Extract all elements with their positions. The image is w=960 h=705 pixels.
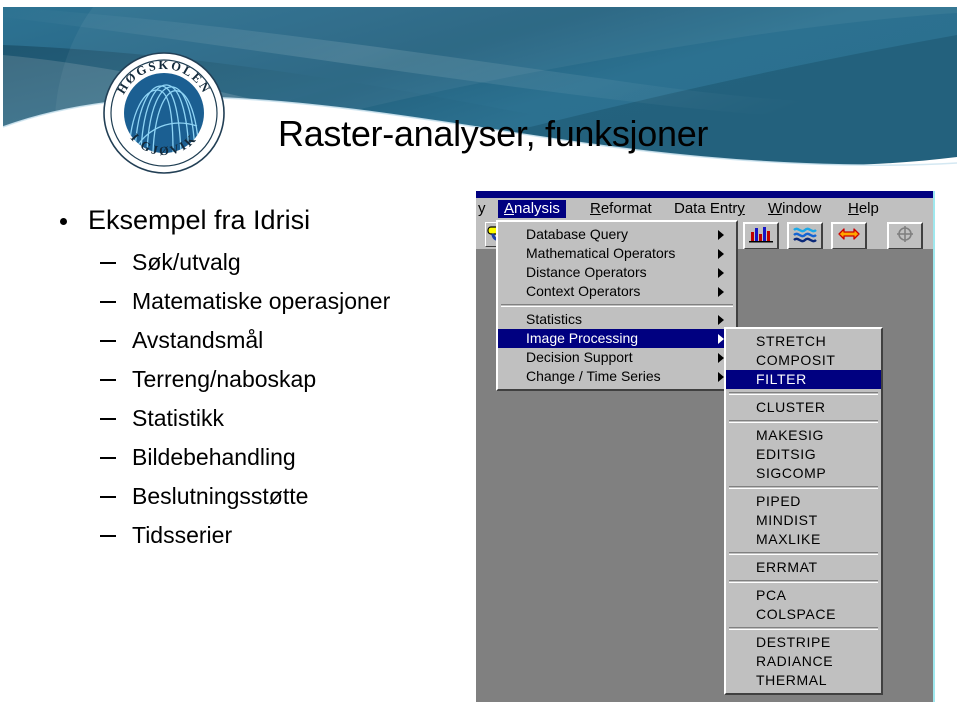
menu-row-context-operators[interactable]: Context Operators xyxy=(498,282,736,301)
menu-item-help[interactable]: Help xyxy=(842,200,885,218)
submenu-item-piped[interactable]: PIPED xyxy=(726,492,881,511)
dash-bullet-icon xyxy=(100,379,116,381)
submenu-separator xyxy=(729,627,878,630)
dash-bullet-icon xyxy=(100,496,116,498)
menu-row-label: Image Processing xyxy=(526,330,639,346)
bullet-level2-label: Matematiske operasjoner xyxy=(132,288,391,314)
bullet-level2-label: Tidsserier xyxy=(132,522,233,548)
bullet-level2-item: Matematiske operasjoner xyxy=(42,283,472,322)
submenu-item-stretch[interactable]: STRETCH xyxy=(726,332,881,351)
idrisi-application-screenshot: y Analysis Reformat Data Entry Window He… xyxy=(476,191,935,702)
menu-row-label: Database Query xyxy=(526,226,628,242)
dash-bullet-icon xyxy=(100,262,116,264)
submenu-separator xyxy=(729,486,878,489)
menu-row-statistics[interactable]: Statistics xyxy=(498,310,736,329)
submenu-item-makesig[interactable]: MAKESIG xyxy=(726,426,881,445)
submenu-item-maxlike[interactable]: MAXLIKE xyxy=(726,530,881,549)
bullet-dot-icon xyxy=(60,218,67,225)
content-bullet-list: Eksempel fra Idrisi Søk/utvalg Matematis… xyxy=(42,200,472,556)
bullet-level2-label: Terreng/naboskap xyxy=(132,366,317,392)
bullet-level2-item: Bildebehandling xyxy=(42,439,472,478)
hogskolen-i-gjovik-logo: HØGSKOLEN I GJØVIK xyxy=(103,52,225,174)
menu-row-image-processing[interactable]: Image Processing xyxy=(498,329,736,348)
submenu-item-errmat[interactable]: ERRMAT xyxy=(726,558,881,577)
menu-item-window[interactable]: Window xyxy=(762,200,827,218)
bar-chart-icon-button[interactable] xyxy=(743,222,779,250)
submenu-arrow-icon xyxy=(718,268,724,278)
menu-row-label: Distance Operators xyxy=(526,264,647,280)
submenu-item-radiance[interactable]: RADIANCE xyxy=(726,652,881,671)
submenu-item-sigcomp[interactable]: SIGCOMP xyxy=(726,464,881,483)
submenu-arrow-icon xyxy=(718,230,724,240)
submenu-separator xyxy=(729,580,878,583)
menu-bar: y Analysis Reformat Data Entry Window He… xyxy=(476,198,933,221)
menu-row-label: Mathematical Operators xyxy=(526,245,676,261)
dash-bullet-icon xyxy=(100,535,116,537)
submenu-item-pca[interactable]: PCA xyxy=(726,586,881,605)
toolbar-button-group xyxy=(741,220,933,250)
menu-item-analysis[interactable]: Analysis xyxy=(498,200,566,218)
bullet-level2-item: Beslutningsstøtte xyxy=(42,478,472,517)
submenu-arrow-icon xyxy=(718,287,724,297)
menu-row-change-time-series[interactable]: Change / Time Series xyxy=(498,367,736,386)
analysis-dropdown-menu: Database Query Mathematical Operators Di… xyxy=(496,220,738,391)
submenu-separator xyxy=(729,392,878,395)
bullet-level1-label: Eksempel fra Idrisi xyxy=(88,205,311,235)
menu-row-mathematical-operators[interactable]: Mathematical Operators xyxy=(498,244,736,263)
dash-bullet-icon xyxy=(100,340,116,342)
page-title: Raster-analyser, funksjoner xyxy=(278,113,709,154)
menu-item-reformat[interactable]: Reformat xyxy=(584,200,658,218)
menu-item-clipped[interactable]: y xyxy=(476,200,492,218)
menu-row-label: Context Operators xyxy=(526,283,641,299)
submenu-item-colspace[interactable]: COLSPACE xyxy=(726,605,881,624)
image-processing-submenu: STRETCH COMPOSIT FILTER CLUSTER MAKESIG … xyxy=(724,327,883,695)
dash-bullet-icon xyxy=(100,418,116,420)
bullet-level2-item: Tidsserier xyxy=(42,517,472,556)
menu-row-label: Statistics xyxy=(526,311,583,327)
menu-row-label: Decision Support xyxy=(526,349,633,365)
submenu-item-destripe[interactable]: DESTRIPE xyxy=(726,633,881,652)
bullet-level2-item: Terreng/naboskap xyxy=(42,361,472,400)
bullet-level2-label: Avstandsmål xyxy=(132,327,264,353)
bullet-level2-label: Beslutningsstøtte xyxy=(132,483,309,509)
submenu-separator xyxy=(729,420,878,423)
bullet-level2-item: Søk/utvalg xyxy=(42,244,472,283)
waves-icon-button[interactable] xyxy=(787,222,823,250)
bullet-level2-label: Bildebehandling xyxy=(132,444,296,470)
menu-row-database-query[interactable]: Database Query xyxy=(498,225,736,244)
window-titlebar xyxy=(476,191,933,198)
bullet-level1: Eksempel fra Idrisi xyxy=(42,200,472,244)
double-arrow-icon-button[interactable] xyxy=(831,222,867,250)
submenu-item-mindist[interactable]: MINDIST xyxy=(726,511,881,530)
bullet-level2-item: Avstandsmål xyxy=(42,322,472,361)
submenu-arrow-icon xyxy=(718,249,724,259)
menu-item-data-entry[interactable]: Data Entry xyxy=(668,200,751,218)
menu-separator xyxy=(501,304,733,307)
submenu-item-composit[interactable]: COMPOSIT xyxy=(726,351,881,370)
dash-bullet-icon xyxy=(100,301,116,303)
bullet-level2-label: Statistikk xyxy=(132,405,225,431)
menu-row-distance-operators[interactable]: Distance Operators xyxy=(498,263,736,282)
submenu-item-filter[interactable]: FILTER xyxy=(726,370,881,389)
bullet-level2-item: Statistikk xyxy=(42,400,472,439)
submenu-item-editsig[interactable]: EDITSIG xyxy=(726,445,881,464)
dash-bullet-icon xyxy=(100,457,116,459)
menu-row-decision-support[interactable]: Decision Support xyxy=(498,348,736,367)
submenu-arrow-icon xyxy=(718,315,724,325)
crosshair-circle-icon-button[interactable] xyxy=(887,222,923,250)
submenu-separator xyxy=(729,552,878,555)
menu-row-label: Change / Time Series xyxy=(526,368,661,384)
submenu-item-thermal[interactable]: THERMAL xyxy=(726,671,881,690)
submenu-item-cluster[interactable]: CLUSTER xyxy=(726,398,881,417)
bullet-level2-label: Søk/utvalg xyxy=(132,249,241,275)
